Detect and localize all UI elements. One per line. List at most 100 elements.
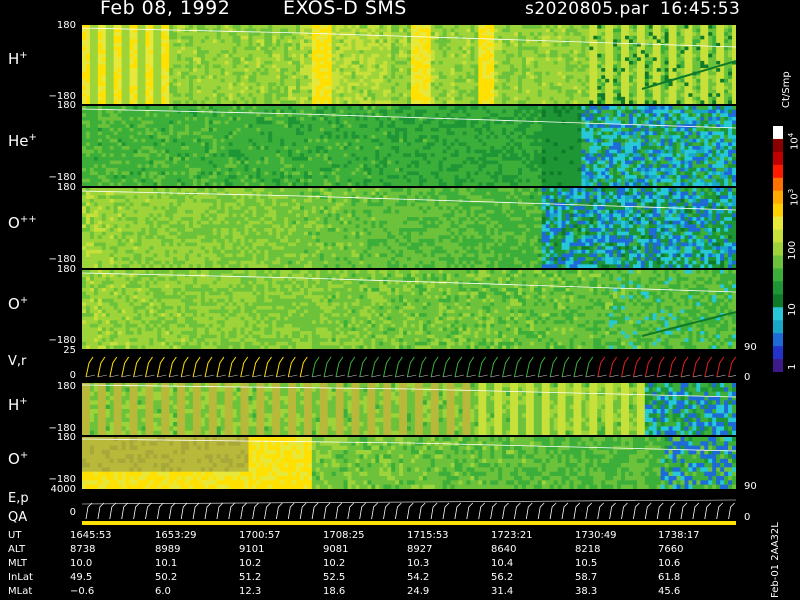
heatmap-cell (450, 86, 456, 91)
heatmap-cell (260, 75, 265, 80)
heatmap-cell (577, 32, 583, 37)
heatmap-cell (537, 68, 543, 73)
heatmap-cell (367, 89, 372, 94)
heatmap-cell (189, 182, 194, 186)
heatmap-cell (169, 182, 174, 186)
heatmap-cell (153, 78, 158, 84)
heatmap-cell (525, 28, 531, 33)
heatmap-cell (597, 78, 602, 84)
heatmap-cell (276, 106, 281, 111)
heatmap-cell (296, 131, 301, 136)
heatmap-cell (129, 113, 135, 118)
heatmap-cell (351, 89, 357, 94)
heatmap-cell (605, 89, 610, 94)
heatmap-cell (208, 86, 214, 91)
heatmap-cell (327, 82, 333, 87)
heatmap-cell (454, 64, 460, 69)
heatmap-cell (303, 175, 309, 180)
heatmap-cell (549, 42, 555, 48)
heatmap-cell (450, 64, 456, 69)
heatmap-cell (331, 89, 337, 94)
heatmap-cell (343, 82, 349, 87)
heatmap-cell (296, 50, 301, 55)
heatmap-cell (410, 28, 416, 33)
heatmap-cell (303, 167, 309, 173)
heatmap-cell (109, 178, 115, 183)
heatmap-cell (704, 82, 709, 87)
heatmap-cell (525, 78, 531, 84)
heatmap-cell (300, 57, 305, 62)
heatmap-cell (664, 93, 670, 98)
heatmap-cell (541, 96, 547, 102)
heatmap-cell (252, 171, 257, 176)
heatmap-cell (93, 60, 99, 66)
heatmap-cell (319, 113, 325, 118)
heatmap-cell (656, 35, 662, 40)
heatmap-cell (652, 39, 658, 44)
heatmap-cell (228, 100, 234, 104)
heatmap-cell (240, 113, 246, 118)
heatmap-cell (220, 153, 226, 158)
heatmap-cell (478, 32, 483, 37)
heatmap-cell (331, 57, 337, 62)
heatmap-cell (565, 100, 571, 104)
heatmap-cell (367, 35, 372, 40)
heatmap-cell (395, 71, 400, 76)
heatmap-cell (720, 32, 725, 37)
heatmap-cell (296, 53, 301, 58)
heatmap-cell (450, 57, 456, 62)
heatmap-cell (185, 96, 190, 102)
heatmap-cell (256, 131, 261, 136)
heatmap-cell (490, 57, 495, 62)
heatmap-cell (204, 64, 210, 69)
heatmap-cell (660, 96, 666, 102)
heatmap-cell (85, 78, 91, 84)
heatmap-cell (375, 53, 380, 58)
heatmap-cell (335, 25, 341, 30)
heatmap-cell (105, 93, 111, 98)
heatmap-cell (636, 75, 642, 80)
heatmap-cell (105, 120, 111, 125)
heatmap-cell (458, 60, 464, 66)
heatmap-cell (236, 175, 242, 180)
heatmap-cell (185, 64, 190, 69)
heatmap-cell (525, 32, 531, 37)
heatmap-cell (185, 175, 190, 180)
heatmap-cell (347, 86, 353, 91)
heatmap-cell (363, 32, 368, 37)
heatmap-cell (296, 28, 301, 33)
heatmap-cell (315, 135, 321, 140)
heatmap-cell (228, 86, 234, 91)
heatmap-cell (177, 171, 182, 176)
heatmap-cell (117, 71, 123, 76)
heatmap-cell (82, 131, 87, 136)
heatmap-cell (149, 68, 154, 73)
heatmap-cell (149, 182, 154, 186)
heatmap-cell (514, 25, 519, 30)
heatmap-cell (196, 78, 202, 84)
heatmap-cell (192, 156, 198, 162)
heatmap-cell (660, 25, 666, 30)
heatmap-cell (93, 160, 99, 165)
heatmap-cell (141, 146, 147, 151)
heatmap-cell (363, 68, 368, 73)
heatmap-cell (577, 75, 583, 80)
heatmap-cell (502, 60, 507, 66)
heatmap-cell (728, 28, 733, 33)
heatmap-cell (125, 57, 131, 62)
heatmap-cell (121, 35, 127, 40)
heatmap-cell (529, 46, 535, 51)
heatmap-cell (220, 39, 226, 44)
heatmap-cell (252, 175, 257, 180)
heatmap-cell (173, 32, 178, 37)
heatmap-cell (141, 50, 147, 55)
heatmap-cell (684, 57, 690, 62)
heatmap-cell (129, 100, 135, 104)
heatmap-cell (292, 106, 297, 111)
heatmap-cell (518, 82, 523, 87)
heatmap-cell (712, 32, 717, 37)
heatmap-cell (605, 75, 610, 80)
heatmap-cell (280, 171, 285, 176)
heatmap-cell (331, 64, 337, 69)
heatmap-cell (189, 93, 194, 98)
